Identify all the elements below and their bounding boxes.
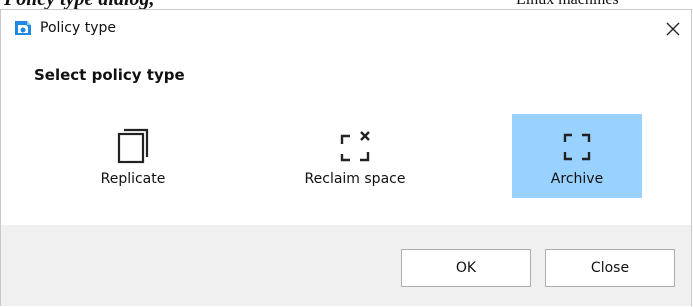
dialog-title: Policy type bbox=[40, 20, 116, 36]
replicate-icon bbox=[117, 128, 149, 164]
policy-type-dialog: Policy type Select policy type Replicate bbox=[0, 9, 692, 306]
option-reclaim-space[interactable]: Reclaim space bbox=[290, 114, 420, 198]
app-icon bbox=[15, 21, 31, 35]
dialog-footer: OK Close bbox=[1, 225, 691, 306]
title-bar[interactable]: Policy type bbox=[1, 10, 691, 48]
section-heading: Select policy type bbox=[34, 66, 185, 84]
close-x-glyph bbox=[666, 22, 680, 36]
option-label: Archive bbox=[550, 171, 604, 187]
option-label: Reclaim space bbox=[304, 171, 406, 187]
archive-icon bbox=[563, 133, 591, 161]
option-archive[interactable]: Archive bbox=[512, 114, 642, 198]
close-button[interactable]: Close bbox=[545, 249, 675, 287]
option-replicate[interactable]: Replicate bbox=[68, 114, 198, 198]
option-label: Replicate bbox=[100, 171, 166, 187]
reclaim-space-icon bbox=[340, 131, 370, 162]
page: Policy type dialog, Linux machines Polic… bbox=[0, 0, 693, 307]
close-icon[interactable] bbox=[659, 15, 687, 43]
ok-button[interactable]: OK bbox=[401, 249, 531, 287]
background-text-right: Linux machines bbox=[516, 0, 619, 9]
